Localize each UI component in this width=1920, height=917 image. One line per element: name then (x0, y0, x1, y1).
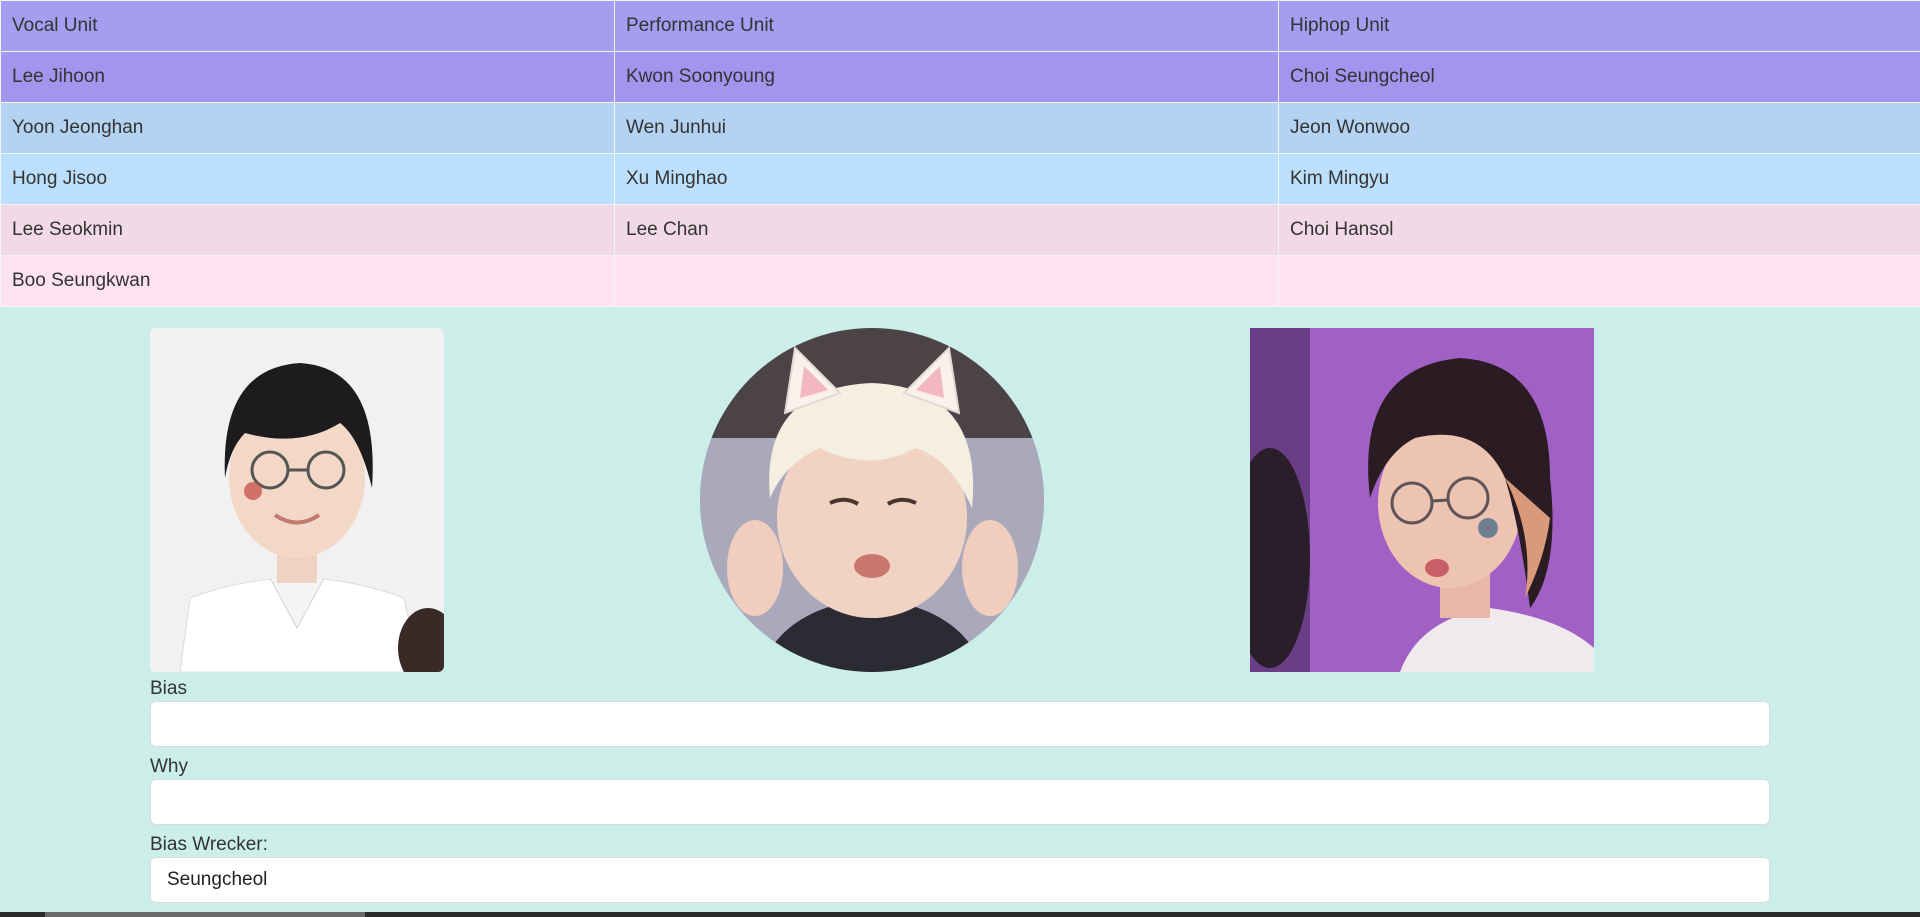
why-input[interactable] (150, 779, 1770, 825)
member-photo-icon (150, 328, 444, 672)
table-row: Yoon Jeonghan Wen Junhui Jeon Wonwoo (0, 102, 1920, 154)
table-row: Hong Jisoo Xu Minghao Kim Mingyu (0, 153, 1920, 205)
table-cell: Boo Seungkwan (0, 255, 615, 307)
table-cell (1278, 255, 1920, 307)
table-row: Lee Jihoon Kwon Soonyoung Choi Seungcheo… (0, 51, 1920, 103)
table-cell: Kwon Soonyoung (614, 51, 1279, 103)
member-photo-1 (150, 328, 444, 672)
table-cell: Vocal Unit (0, 0, 615, 52)
bias-label: Bias (150, 678, 187, 699)
bias-input[interactable] (150, 701, 1770, 747)
table-cell: Hong Jisoo (0, 153, 615, 205)
table-cell: Lee Chan (614, 204, 1279, 256)
table-cell: Jeon Wonwoo (1278, 102, 1920, 154)
member-photo-icon (700, 328, 1044, 672)
table-cell: Lee Seokmin (0, 204, 615, 256)
table-cell: Choi Seungcheol (1278, 51, 1920, 103)
table-header-row: Vocal Unit Performance Unit Hiphop Unit (0, 0, 1920, 52)
page: Vocal Unit Performance Unit Hiphop Unit … (0, 0, 1920, 917)
table-cell: Yoon Jeonghan (0, 102, 615, 154)
bias-wrecker-label: Bias Wrecker: (150, 834, 268, 855)
table-cell (614, 255, 1279, 307)
member-photo-3 (1250, 328, 1594, 672)
table-row: Boo Seungkwan (0, 255, 1920, 307)
bias-wrecker-input[interactable] (150, 857, 1770, 903)
table-cell: Lee Jihoon (0, 51, 615, 103)
bias-form: Bias Why Bias Wrecker: (150, 676, 1770, 910)
table-cell: Kim Mingyu (1278, 153, 1920, 205)
table-cell: Xu Minghao (614, 153, 1279, 205)
table-cell: Wen Junhui (614, 102, 1279, 154)
horizontal-scrollbar[interactable] (0, 912, 1920, 917)
table-cell: Choi Hansol (1278, 204, 1920, 256)
units-table: Vocal Unit Performance Unit Hiphop Unit … (0, 0, 1920, 307)
table-cell: Hiphop Unit (1278, 0, 1920, 52)
table-cell: Performance Unit (614, 0, 1279, 52)
member-photo-icon (1250, 328, 1594, 672)
scrollbar-thumb[interactable] (45, 912, 365, 917)
member-photo-2 (700, 328, 1044, 672)
table-row: Lee Seokmin Lee Chan Choi Hansol (0, 204, 1920, 256)
why-label: Why (150, 756, 188, 777)
